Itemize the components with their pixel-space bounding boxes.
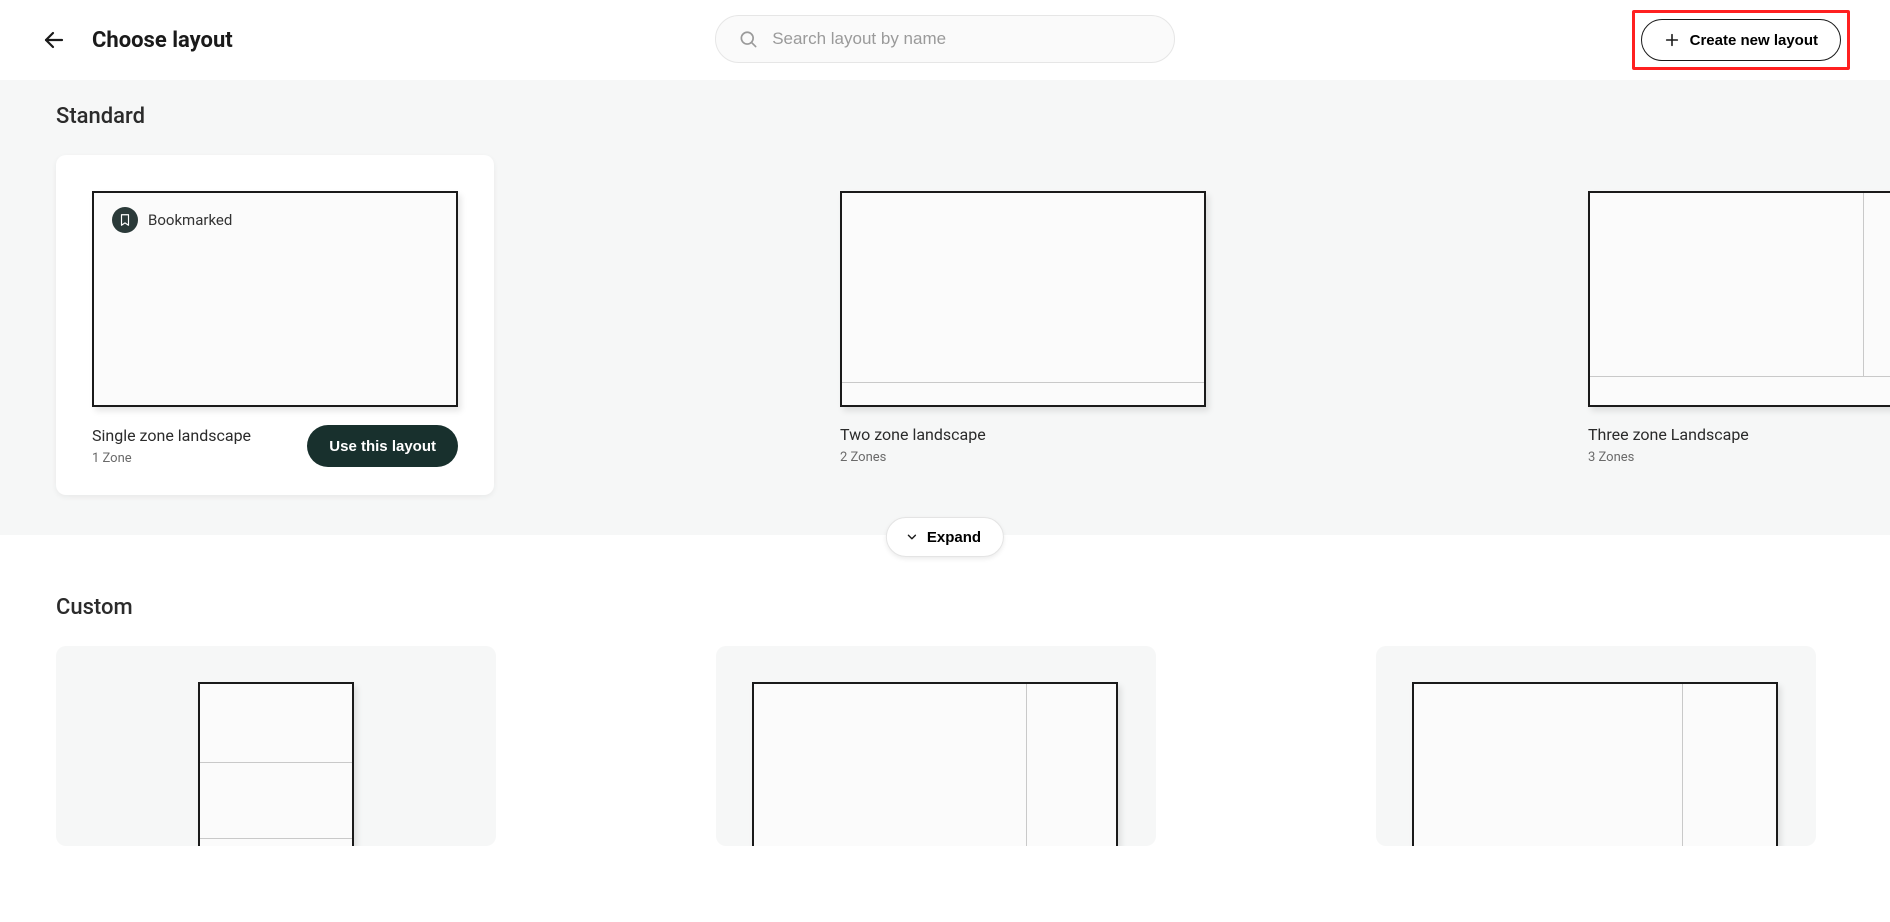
zone-divider [1026, 684, 1027, 846]
zone-divider [200, 762, 352, 763]
create-layout-highlight: Create new layout [1632, 10, 1850, 70]
standard-section-title: Standard [56, 104, 1834, 129]
layout-zones: 1 Zone [92, 451, 251, 466]
plus-icon [1664, 32, 1680, 48]
layout-preview [752, 682, 1118, 846]
zone-divider [200, 838, 352, 839]
card-footer: Two zone landscape 2 Zones [840, 425, 1206, 465]
layout-zones: 2 Zones [840, 450, 986, 465]
layout-preview [840, 191, 1206, 407]
layout-card-two-zone[interactable]: Two zone landscape 2 Zones [804, 155, 1242, 495]
create-layout-button[interactable]: Create new layout [1641, 19, 1841, 61]
expand-button[interactable]: Expand [886, 517, 1004, 557]
bookmark-label: Bookmarked [148, 211, 232, 229]
bookmark-badge: Bookmarked [112, 207, 232, 233]
zone-divider [842, 382, 1204, 383]
layout-name: Two zone landscape [840, 425, 986, 444]
zone-divider [1590, 376, 1890, 377]
use-layout-button[interactable]: Use this layout [307, 425, 458, 467]
chevron-down-icon [905, 530, 919, 544]
custom-card-row [56, 646, 1834, 846]
search-field[interactable] [715, 15, 1175, 63]
layout-preview: Bookmarked [92, 191, 458, 407]
page-title: Choose layout [92, 28, 233, 53]
layout-preview [198, 682, 354, 846]
layout-name: Three zone Landscape [1588, 425, 1749, 444]
layout-card-single-zone[interactable]: Bookmarked Single zone landscape 1 Zone … [56, 155, 494, 495]
card-meta: Single zone landscape 1 Zone [92, 426, 251, 466]
layout-card-custom-2[interactable] [716, 646, 1156, 846]
bookmark-icon [112, 207, 138, 233]
search-icon [738, 28, 758, 50]
search-input[interactable] [772, 29, 1152, 49]
create-layout-label: Create new layout [1690, 32, 1818, 49]
standard-section: Standard Bookmarked Single zone landscap… [0, 80, 1890, 535]
layout-name: Single zone landscape [92, 426, 251, 445]
card-footer: Single zone landscape 1 Zone Use this la… [92, 425, 458, 467]
back-button[interactable] [40, 26, 68, 54]
layout-zones: 3 Zones [1588, 450, 1749, 465]
header: Choose layout Create new layout [0, 0, 1890, 80]
card-meta: Two zone landscape 2 Zones [840, 425, 986, 465]
layout-card-three-zone[interactable]: Three zone Landscape 3 Zones [1552, 155, 1890, 495]
layout-card-custom-1[interactable] [56, 646, 496, 846]
layout-preview [1588, 191, 1890, 407]
layout-preview [1412, 682, 1778, 846]
zone-divider [1863, 193, 1864, 377]
zone-divider [1682, 684, 1683, 846]
custom-section-title: Custom [56, 595, 1834, 620]
card-footer: Three zone Landscape 3 Zones [1588, 425, 1890, 465]
card-meta: Three zone Landscape 3 Zones [1588, 425, 1749, 465]
layout-card-custom-3[interactable] [1376, 646, 1816, 846]
expand-label: Expand [927, 529, 981, 546]
arrow-left-icon [42, 28, 66, 52]
search-container [715, 15, 1175, 63]
standard-card-row: Bookmarked Single zone landscape 1 Zone … [56, 155, 1834, 495]
custom-section: Custom [0, 535, 1890, 846]
